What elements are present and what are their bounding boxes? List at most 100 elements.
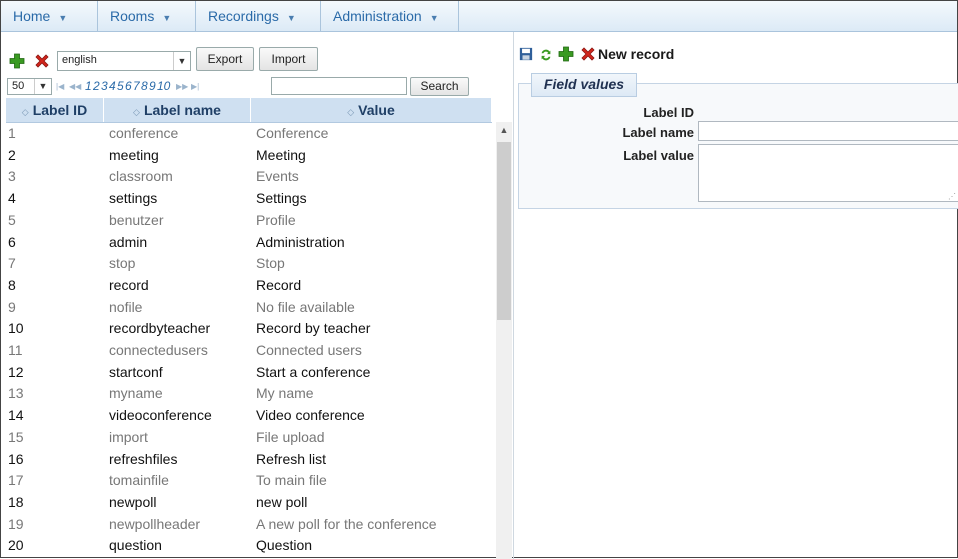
table-row[interactable]: 2 meeting Meeting [6, 144, 497, 166]
cell-value: My name [256, 385, 314, 402]
menu-administration-label: Administration [333, 8, 422, 24]
cell-value: Conference [256, 125, 329, 141]
cell-label-name: recordbyteacher [109, 320, 211, 337]
cell-label-name: connectedusers [109, 342, 208, 358]
table-row[interactable]: 20 question Question [6, 534, 497, 556]
column-header-label-id[interactable]: ◇ Label ID [6, 98, 104, 122]
page-size-select[interactable]: 50 ▼ [7, 78, 52, 95]
language-select-value: english [62, 54, 97, 66]
page-link[interactable]: 5 [117, 79, 124, 93]
cell-label-id: 7 [8, 255, 16, 272]
x-icon[interactable] [580, 46, 596, 62]
menu-rooms[interactable]: Rooms ▼ [98, 1, 196, 31]
table-row[interactable]: 18 newpoll new poll [6, 491, 497, 513]
cell-label-id: 6 [8, 233, 16, 250]
sort-icon: ◇ [21, 107, 29, 117]
cell-value: Connected users [256, 342, 362, 358]
cell-label-name: tomainfile [109, 472, 169, 489]
table-row[interactable]: 14 videoconference Video conference [6, 404, 497, 426]
import-button[interactable]: Import [259, 47, 318, 71]
column-header-value[interactable]: ◇ Value [251, 98, 492, 122]
prev-page-icon[interactable]: ◀◀ [69, 82, 81, 91]
cell-label-name: settings [109, 190, 158, 207]
x-icon[interactable] [34, 53, 50, 69]
cell-label-id: 8 [8, 276, 16, 293]
export-button[interactable]: Export [196, 47, 254, 71]
menu-recordings[interactable]: Recordings ▼ [196, 1, 321, 31]
cell-label-id: 11 [8, 342, 23, 358]
floppy-icon[interactable] [519, 47, 533, 61]
cell-label-id: 12 [8, 363, 24, 380]
cell-label-name: admin [109, 233, 148, 250]
sort-icon: ◇ [133, 107, 140, 117]
cell-value: A new poll for the conference [256, 515, 437, 532]
refresh-icon[interactable] [539, 48, 553, 62]
cell-label-id: 9 [8, 298, 16, 315]
table-row[interactable]: 7 stop Stop [6, 252, 497, 274]
first-page-icon[interactable]: |◀ [56, 82, 64, 91]
cell-label-name: myname [109, 385, 163, 402]
column-header-label: Label name [143, 102, 221, 118]
page-link[interactable]: 1 [85, 79, 92, 93]
page-link[interactable]: 10 [157, 79, 170, 93]
table-row[interactable]: 15 import File upload [6, 426, 497, 448]
table-row[interactable]: 16 refreshfiles Refresh list [6, 448, 497, 470]
cell-label-id: 20 [8, 537, 24, 554]
table-row[interactable]: 10 recordbyteacher Record by teacher [6, 317, 497, 339]
cell-label-id: 18 [8, 493, 24, 510]
label-name-field[interactable] [698, 121, 958, 141]
cell-label-id: 5 [8, 211, 16, 228]
grid-scrollbar[interactable]: ▲ [496, 122, 512, 559]
search-input[interactable] [271, 77, 407, 95]
table-row[interactable]: 6 admin Administration [6, 231, 497, 253]
cell-value: Settings [256, 190, 307, 207]
resize-handle-icon[interactable]: ⋰ [948, 192, 956, 201]
cell-value: File upload [256, 428, 325, 445]
page-link[interactable]: 7 [133, 79, 140, 93]
chevron-down-icon: ▼ [173, 52, 190, 70]
cell-label-id: 13 [8, 385, 24, 402]
plus-icon[interactable] [558, 46, 574, 62]
page-link[interactable]: 8 [141, 79, 148, 93]
table-row[interactable]: 5 benutzer Profile [6, 209, 497, 231]
cell-value: Refresh list [256, 450, 327, 467]
table-row[interactable]: 11 connectedusers Connected users [6, 339, 497, 361]
page-link[interactable]: 3 [101, 79, 108, 93]
cell-label-name: conference [109, 125, 179, 141]
table-row[interactable]: 17 tomainfile To main file [6, 469, 497, 491]
page-link[interactable]: 6 [125, 79, 132, 93]
scroll-up-icon[interactable]: ▲ [496, 122, 512, 138]
new-record-label[interactable]: New record [598, 46, 674, 62]
search-button[interactable]: Search [410, 77, 469, 96]
page-link[interactable]: 9 [149, 79, 156, 93]
cell-value: Record [256, 276, 302, 293]
menu-home[interactable]: Home ▼ [1, 1, 98, 31]
table-row[interactable]: 8 record Record [6, 274, 497, 296]
cell-label-name: stop [109, 255, 136, 272]
app-frame: Home ▼ Rooms ▼ Recordings ▼ Administration ▼… [0, 0, 958, 559]
cell-label-name: classroom [109, 168, 173, 185]
cell-label-id: 2 [8, 146, 16, 163]
page-link[interactable]: 4 [109, 79, 116, 93]
language-select[interactable]: english ▼ [57, 51, 191, 71]
label-value-field[interactable]: ⋰ [698, 144, 958, 202]
cell-label-name: videoconference [109, 407, 212, 424]
plus-icon[interactable] [9, 53, 25, 69]
menu-recordings-label: Recordings [208, 8, 279, 24]
page-link[interactable]: 2 [93, 79, 100, 93]
table-row[interactable]: 1 conference Conference [6, 122, 497, 144]
table-row[interactable]: 3 classroom Events [6, 165, 497, 187]
scrollbar-thumb[interactable] [497, 142, 511, 320]
table-row[interactable]: 13 myname My name [6, 382, 497, 404]
table-row[interactable]: 12 startconf Start a conference [6, 361, 497, 383]
last-page-icon[interactable]: ▶| [191, 82, 199, 91]
menu-administration[interactable]: Administration ▼ [321, 1, 459, 31]
table-row[interactable]: 19 newpollheader A new poll for the confer… [6, 513, 497, 535]
table-row[interactable]: 9 nofile No file available [6, 296, 497, 318]
column-header-label: Label ID [32, 102, 88, 118]
column-header-label-name[interactable]: ◇ Label name [104, 98, 251, 122]
cell-label-id: 17 [8, 472, 24, 489]
table-row[interactable]: 4 settings Settings [6, 187, 497, 209]
cell-label-name: meeting [109, 146, 159, 163]
next-page-icon[interactable]: ▶▶ [176, 82, 188, 91]
